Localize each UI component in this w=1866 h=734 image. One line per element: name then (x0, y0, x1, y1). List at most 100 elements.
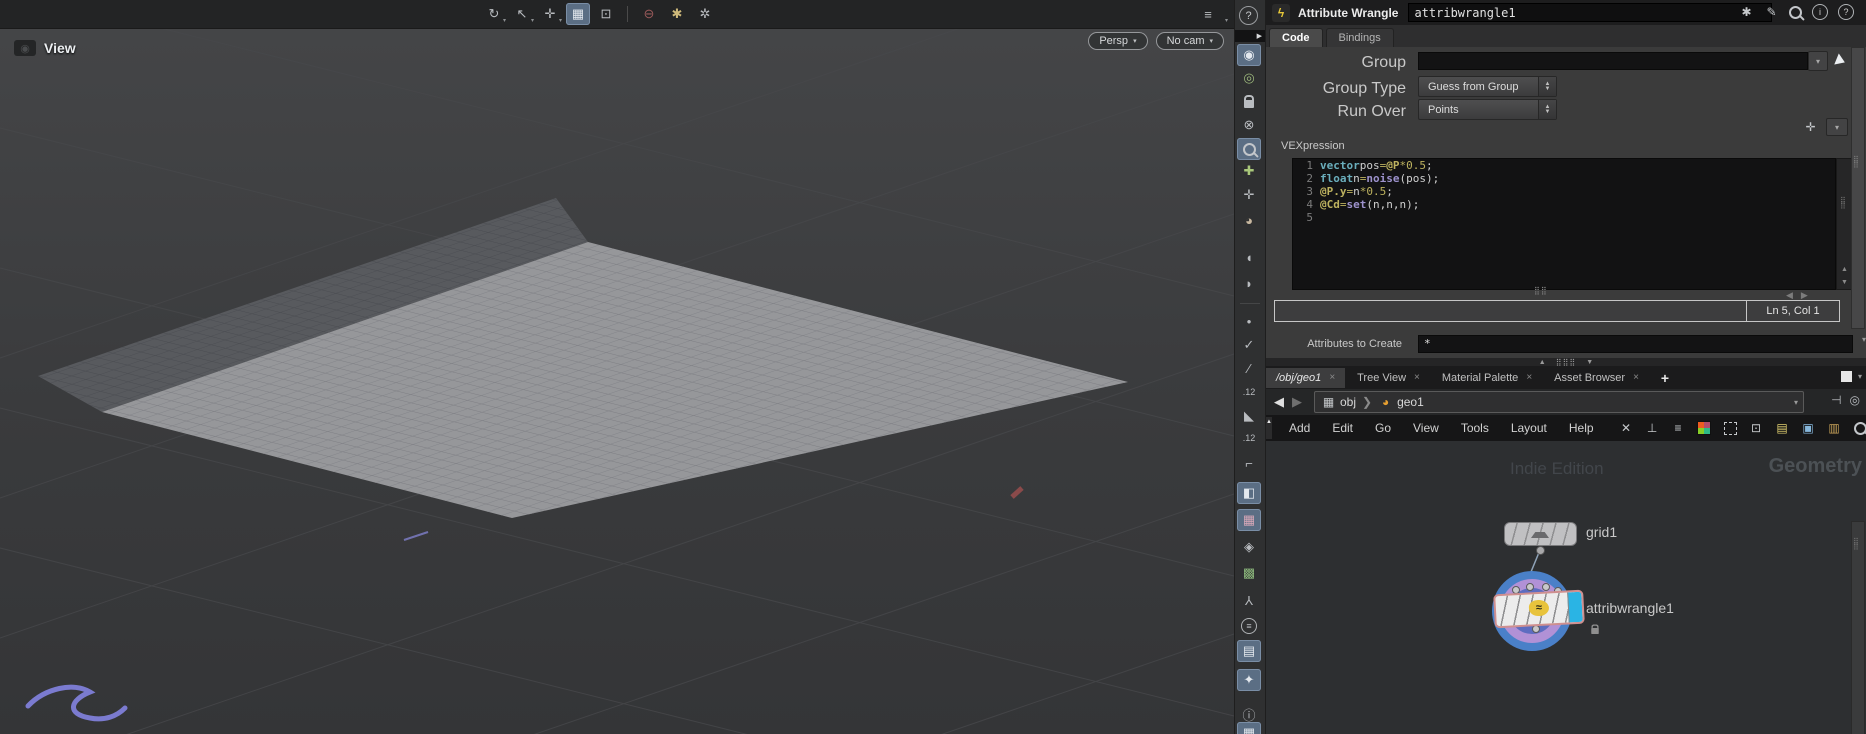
network-canvas[interactable]: Indie Edition Geometry grid1 ≈ attribwra… (1266, 441, 1866, 734)
list-icon[interactable]: ≡ (1671, 417, 1686, 439)
code-line[interactable]: 3 @P.y = n * 0.5; (1293, 185, 1835, 198)
shaded-mode-icon[interactable]: ◧ (1237, 482, 1261, 504)
menu-help[interactable]: Help (1558, 421, 1605, 435)
group-type-select[interactable]: Guess from Group ▲ ▼ (1418, 76, 1557, 97)
settings-box-icon[interactable]: ✲ (693, 3, 717, 25)
menu-layout[interactable]: Layout (1500, 421, 1558, 435)
grid1-label[interactable]: grid1 (1586, 524, 1617, 540)
point-normals-icon[interactable]: ∕ (1237, 357, 1261, 379)
snapshot-icon[interactable]: ▤ (1237, 640, 1261, 662)
menu-view[interactable]: View (1402, 421, 1450, 435)
wrench-icon[interactable]: ✕ (1619, 417, 1634, 439)
brush-icon[interactable]: ✎ (1764, 5, 1779, 19)
prim-normals-icon[interactable]: ⌐ (1237, 452, 1261, 474)
pane-menu-icon[interactable]: ▾ (1858, 372, 1862, 381)
vexpression-menu-button[interactable]: ▾ (1826, 118, 1848, 136)
path-dropdown-icon[interactable]: ▾ (1794, 398, 1798, 407)
point-select-icon[interactable]: ✓ (1237, 334, 1261, 356)
vex-code-editor[interactable]: 1 vector pos = @P * 0.5; 2 float n = noise(… (1292, 158, 1836, 290)
group-pick-arrow-icon[interactable]: ▶ (1833, 49, 1849, 70)
layout-box-icon[interactable] (1723, 417, 1738, 439)
attribwrangle1-label[interactable]: attribwrangle1 (1586, 600, 1674, 616)
new-tab-button[interactable]: + (1651, 370, 1679, 386)
point-markers-icon[interactable]: • (1237, 310, 1261, 332)
run-over-select[interactable]: Points ▲ ▼ (1418, 99, 1557, 120)
attributes-dropdown-icon[interactable]: ▾ (1862, 335, 1866, 344)
group-input[interactable] (1418, 52, 1808, 70)
display-options-icon[interactable]: ≡ (1196, 3, 1220, 25)
back-icon[interactable]: ◀ (1274, 394, 1284, 410)
view-selected-icon[interactable] (1237, 138, 1261, 160)
toolbar-flyout-arrow[interactable]: ▶ (1235, 30, 1265, 42)
spinner-icon[interactable]: ▲ ▼ (1538, 100, 1556, 119)
search-icon[interactable] (1789, 5, 1802, 19)
box-select-icon[interactable]: ⊡ (594, 3, 618, 25)
breadcrumb[interactable]: ▦ obj ❯ ◕ geo1 ▾ (1314, 391, 1804, 413)
bottom-tool-icon[interactable]: ▦ (1237, 722, 1261, 734)
forward-icon[interactable]: ▶ (1292, 394, 1302, 410)
pane-splitter[interactable]: ▲ ⣿⣿⣿ ▼ (1266, 358, 1866, 367)
prim-markers-icon[interactable]: ◣ (1237, 405, 1261, 427)
node-attribwrangle1[interactable]: ≈ (1493, 589, 1585, 629)
help-icon[interactable]: ? (1239, 6, 1258, 25)
prim-numbers-icon[interactable]: .12 (1237, 427, 1261, 449)
close-tab-icon[interactable]: × (1633, 372, 1639, 383)
attributes-to-create-input[interactable]: * (1418, 335, 1853, 353)
info-icon[interactable]: i (1812, 4, 1828, 20)
scroll-down-icon[interactable]: ▼ (1837, 279, 1852, 286)
gear-icon[interactable]: ✱ (1739, 5, 1754, 19)
ghost-objects-icon[interactable]: ◎ (1237, 67, 1261, 89)
add-camera-icon[interactable]: ✛ (1237, 184, 1261, 206)
cancel-icon[interactable]: ⊗ (1237, 114, 1261, 136)
scene-viewport[interactable]: ↻ ▾ ↖ ▾ ✛ ▾ ▦ ⊡ ⊖ ✱ ✲ ≡ ▾ ◉ View Persp ▾ No cam ▾ (0, 0, 1234, 734)
close-tab-icon[interactable]: × (1526, 372, 1532, 383)
gallery-icon[interactable]: ▥ (1827, 417, 1842, 439)
select-tool-icon[interactable]: ↖ ▾ (510, 3, 534, 25)
follow-icon[interactable]: ◎ (1850, 393, 1860, 407)
breadcrumb-node[interactable]: geo1 (1397, 395, 1424, 409)
show-objects-icon[interactable]: ◉ (1237, 44, 1261, 66)
pane-tab-4[interactable]: Asset Browser × (1544, 368, 1649, 388)
editor-resize-grip[interactable]: ⣿⣿ (1534, 287, 1548, 295)
code-line[interactable]: 4 @Cd = set(n,n,n); (1293, 198, 1835, 211)
close-tab-icon[interactable]: × (1329, 372, 1335, 383)
light-markers-icon[interactable]: ✦ (1237, 669, 1261, 691)
network-scrollbar[interactable]: ⣿ ⣿ (1851, 521, 1865, 734)
pane-tab-2[interactable]: Tree View × (1347, 368, 1430, 388)
code-line[interactable]: 2 float n = noise(pos); (1293, 172, 1835, 185)
pin-icon[interactable]: ⊣ (1831, 393, 1841, 407)
scroll-up-icon[interactable]: ▲ (1837, 266, 1852, 273)
handles-icon[interactable]: ▦ (566, 3, 590, 25)
camera-selector[interactable]: No cam ▾ (1155, 32, 1224, 50)
menu-edit[interactable]: Edit (1321, 421, 1364, 435)
image-add-icon[interactable]: ▣ (1801, 417, 1816, 439)
search-icon[interactable] (1853, 417, 1866, 439)
grid1-output-connector[interactable] (1536, 546, 1545, 555)
axis-icon[interactable]: Y (1237, 589, 1261, 611)
node-parms-icon[interactable]: ✛ (1803, 120, 1818, 134)
move-tool-icon[interactable]: ✛ ▾ (538, 3, 562, 25)
wire-shaded-icon[interactable]: ▦ (1237, 509, 1261, 531)
code-line[interactable]: 1 vector pos = @P * 0.5; (1293, 159, 1835, 172)
lock-camera-icon[interactable] (1237, 90, 1261, 112)
window-icon[interactable]: ⊡ (1749, 417, 1764, 439)
perspective-selector[interactable]: Persp ▾ (1088, 32, 1148, 50)
menu-tools[interactable]: Tools (1450, 421, 1500, 435)
view-tool-icon[interactable]: ↻ ▾ (482, 3, 506, 25)
help-icon[interactable]: ? (1838, 4, 1854, 20)
isolate-selected-icon[interactable]: ◗ (1237, 272, 1261, 294)
add-light-icon[interactable]: ✚ (1237, 160, 1261, 182)
tree-icon[interactable]: ⊥ (1645, 417, 1660, 439)
code-line[interactable]: 5 (1293, 211, 1835, 224)
tab-code[interactable]: Code (1269, 28, 1323, 47)
breadcrumb-context[interactable]: obj (1340, 395, 1356, 409)
visualizers-icon[interactable]: ≡ (1237, 615, 1261, 637)
menu-go[interactable]: Go (1364, 421, 1402, 435)
pane-maximize-icon[interactable] (1840, 371, 1852, 382)
point-numbers-icon[interactable]: .12 (1237, 381, 1261, 403)
parameter-scrollbar[interactable]: ⣿ ⣿ (1851, 47, 1865, 329)
group-dropdown-button[interactable]: ▾ (1808, 51, 1828, 71)
color-wheel-icon[interactable]: ◕ (1237, 209, 1261, 231)
display-flag[interactable] (1567, 591, 1583, 623)
note-icon[interactable]: ▤ (1775, 417, 1790, 439)
